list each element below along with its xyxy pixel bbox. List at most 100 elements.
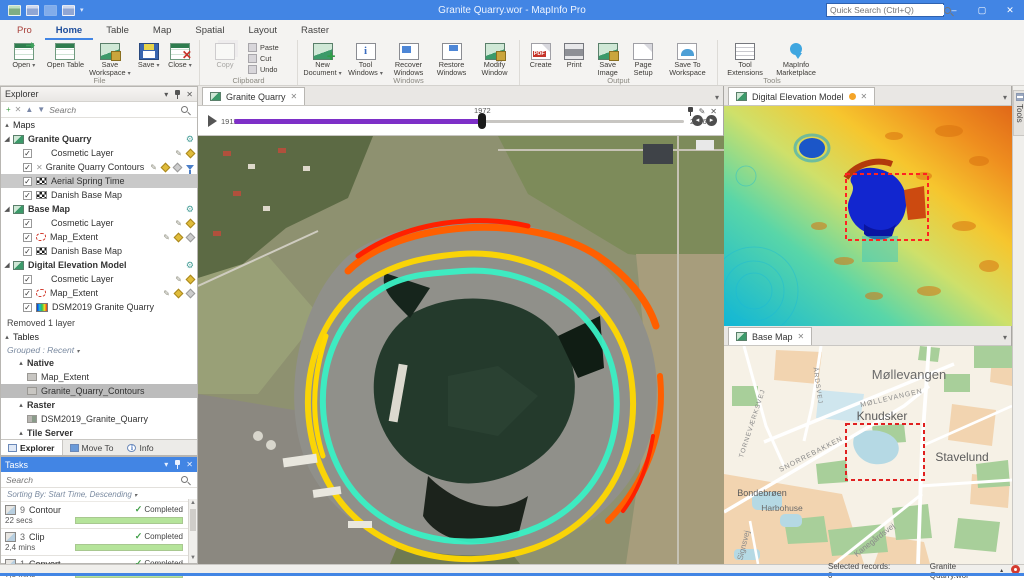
close-slider-icon[interactable]: ✕ [710,107,717,116]
tab-table[interactable]: Table [95,22,140,40]
restore-windows-button[interactable]: Restore Windows [431,42,472,77]
layer-checkbox[interactable]: ✓ [23,176,32,186]
page-setup-button[interactable]: Page Setup [626,42,659,77]
save-workspace-button[interactable]: Save Workspace ▾ [87,42,132,77]
table-group-raster[interactable]: ▴ Raster [1,398,197,412]
layer-checkbox[interactable]: ✓ [23,288,32,298]
search-icon[interactable] [181,476,188,483]
layer-style-icon[interactable] [173,232,184,242]
pencil-icon[interactable]: ✎ [175,219,182,228]
layer-checkbox[interactable]: ✓ [23,302,32,312]
aerial-map-canvas[interactable] [198,136,724,564]
tab-overflow-button[interactable]: ▾ [999,93,1011,105]
tab-granite-quarry[interactable]: Granite Quarry ✕ [202,87,306,105]
pencil-icon[interactable]: ✎ [175,275,182,284]
slider-thumb[interactable] [478,113,486,129]
layer-checkbox[interactable]: ✓ [23,190,32,200]
layer-style-icon[interactable] [185,274,196,284]
save-image-button[interactable]: Save Image [591,42,624,77]
pencil-icon[interactable]: ✎ [163,289,170,298]
quick-search-box[interactable] [826,3,951,17]
tab-digital-elevation-model[interactable]: Digital Elevation Model ✕ [728,87,876,105]
tool-extensions-button[interactable]: Tool Extensions [722,42,768,77]
open-button[interactable]: Open ▾ [4,42,44,75]
print-button[interactable]: Print [559,42,589,75]
map-group-base-map[interactable]: ◢ Base Map ⚙ [1,202,197,216]
scroll-down-icon[interactable]: ▼ [189,554,197,563]
gear-icon[interactable]: ⚙ [186,134,194,145]
remove-layer-icon[interactable]: ✕ [15,105,22,114]
save-to-workspace-button[interactable]: Save To Workspace [662,42,713,77]
basemap-canvas[interactable]: Møllevangen MØLLEVANGEN Knudsker Stavelu… [724,346,1012,564]
layer-style-icon[interactable] [185,288,196,298]
layer-row[interactable]: ✓ Cosmetic Layer ✎ [1,216,197,230]
gear-icon[interactable]: ⚙ [186,260,194,271]
new-document-button[interactable]: New Document ▾ [302,42,343,77]
layer-style-icon[interactable] [173,288,184,298]
task-row-clip[interactable]: 3 Clip ✓ Completed 2,4 mins [1,529,197,556]
layer-style-icon[interactable] [185,232,196,242]
tab-map[interactable]: Map [142,22,182,40]
tab-overflow-button[interactable]: ▾ [999,333,1011,345]
qat-undo-icon[interactable] [44,4,57,16]
close-table-button[interactable]: Close ▾ [165,42,195,75]
qat-save-icon[interactable] [26,4,39,16]
gear-icon[interactable]: ⚙ [186,204,194,215]
tab-close-icon[interactable]: ✕ [798,332,805,341]
maps-section-header[interactable]: ▴ Maps [1,118,197,132]
pin-icon[interactable] [174,460,181,469]
layer-row[interactable]: ✓ ✕ Granite Quarry Contours ✎ [1,160,197,174]
tasks-search-input[interactable] [6,474,177,485]
tool-windows-button[interactable]: Tool Windows ▾ [345,42,386,77]
filter-icon[interactable] [186,164,194,174]
workspace-label[interactable]: Granite Quarry.wor [930,562,996,580]
layer-checkbox[interactable]: ✓ [23,162,32,172]
layer-row[interactable]: ✓ Danish Base Map [1,244,197,258]
layer-checkbox[interactable]: ✓ [23,246,32,256]
tab-spatial[interactable]: Spatial [184,22,235,40]
layer-style-icon[interactable] [172,162,183,172]
layer-row[interactable]: ✓ DSM2019 Granite Quarry [1,300,197,314]
layer-row[interactable]: ✓ Cosmetic Layer ✎ [1,146,197,160]
panel-menu-icon[interactable]: ▾ [164,90,168,99]
grouped-recent-dropdown[interactable]: Grouped : Recent ▾ [1,344,197,356]
tab-pro[interactable]: Pro [6,22,43,40]
pencil-icon[interactable]: ✎ [163,233,170,242]
tab-close-icon[interactable]: ✕ [291,92,298,101]
scroll-thumb[interactable] [190,509,196,531]
dem-canvas[interactable] [724,106,1012,326]
pencil-icon[interactable]: ✎ [150,163,157,172]
tab-layout[interactable]: Layout [237,22,288,40]
tasks-sorting-dropdown[interactable]: Sorting By: Start Time, Descending ▾ [1,488,197,502]
layer-style-icon[interactable] [185,218,196,228]
pencil-icon[interactable]: ✎ [175,149,182,158]
quick-search-input[interactable] [827,5,944,15]
qat-open-icon[interactable] [8,4,21,16]
qat-dropdown-icon[interactable]: ▾ [80,6,84,14]
open-table-button[interactable]: Open Table [46,42,86,75]
table-group-tile-server[interactable]: ▴ Tile Server [1,426,197,440]
map-group-granite-quarry[interactable]: ◢ Granite Quarry ⚙ [1,132,197,146]
qat-redo-icon[interactable] [62,4,75,16]
close-button[interactable]: ✕ [996,0,1024,20]
tab-close-icon[interactable]: ✕ [861,92,868,101]
layer-checkbox[interactable]: ✓ [23,218,32,228]
paste-button[interactable]: Paste [248,43,279,52]
save-button[interactable]: Save ▾ [135,42,163,75]
layer-checkbox[interactable]: ✓ [23,274,32,284]
undo-button[interactable]: Undo [248,65,279,74]
layer-row[interactable]: ✓ Map_Extent ✎ [1,230,197,244]
create-button[interactable]: Create [524,42,557,75]
explorer-search-input[interactable] [49,104,177,115]
tab-info[interactable]: i Info [120,440,160,455]
copy-button[interactable]: Copy [204,42,246,75]
panel-close-icon[interactable]: ✕ [186,90,193,99]
step-forward-button[interactable]: ▸ [706,115,717,126]
move-down-icon[interactable]: ▼ [37,105,45,114]
minimize-button[interactable]: – [940,0,968,20]
tables-section-header[interactable]: ▴ Tables [1,330,197,344]
panel-menu-icon[interactable]: ▾ [164,460,168,469]
scroll-up-icon[interactable]: ▲ [189,499,197,508]
table-item-selected[interactable]: Granite_Quarry_Contours [1,384,197,398]
layer-row[interactable]: ✓ Danish Base Map [1,188,197,202]
